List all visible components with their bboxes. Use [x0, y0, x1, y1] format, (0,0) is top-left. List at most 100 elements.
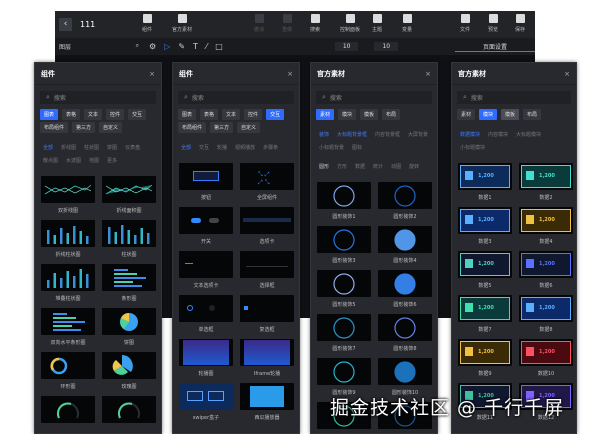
close-icon[interactable]: ×: [564, 70, 570, 78]
component-card[interactable]: 单选框: [179, 295, 233, 339]
component-card[interactable]: swiper盒子: [179, 383, 233, 427]
component-card[interactable]: 堆叠柱状图: [41, 264, 95, 308]
toolbar-button-0[interactable]: 组件: [142, 14, 152, 33]
component-card[interactable]: 圆形装饰8: [378, 314, 432, 358]
subtab-7[interactable]: 地图: [89, 157, 99, 164]
subtab-10[interactable]: 动图: [391, 163, 401, 170]
tab-1[interactable]: 表格: [200, 109, 219, 120]
height-input[interactable]: 10: [374, 42, 399, 51]
text-tool-icon[interactable]: T: [193, 42, 198, 51]
component-card[interactable]: 折线面积图: [102, 176, 156, 220]
component-card[interactable]: 双折线图: [41, 176, 95, 220]
component-card[interactable]: 圆形装饰6: [378, 270, 432, 314]
line-tool-icon[interactable]: ⁄: [206, 42, 207, 51]
subtab-0[interactable]: 装饰: [319, 131, 329, 138]
tab-2[interactable]: 文本: [84, 109, 103, 120]
tab-3[interactable]: 控件: [106, 109, 125, 120]
tab-4[interactable]: 交互: [266, 109, 285, 120]
settings-icon[interactable]: ⚙: [149, 42, 156, 51]
component-card[interactable]: 按钮: [179, 163, 233, 207]
component-card[interactable]: 圆形装饰1: [317, 182, 371, 226]
subtab-3[interactable]: 小标题模块: [460, 144, 485, 151]
subtab-1[interactable]: 交互: [199, 144, 209, 151]
subtab-3[interactable]: 视频播放: [235, 144, 255, 151]
subtab-1[interactable]: 大标题背景框: [337, 131, 367, 138]
select-tool-icon[interactable]: ▷: [164, 42, 170, 51]
tab-4[interactable]: 交互: [128, 109, 147, 120]
subtab-0[interactable]: 全部: [181, 144, 191, 151]
subtab-4[interactable]: 小标题背景: [319, 144, 344, 151]
component-card[interactable]: 1,200 数据6: [519, 251, 573, 295]
subtab-0[interactable]: 全部: [43, 144, 53, 151]
subtab-8[interactable]: 数据: [355, 163, 365, 170]
component-card[interactable]: 折线柱状图: [41, 220, 95, 264]
subtab-1[interactable]: 折线图: [61, 144, 76, 151]
component-card[interactable]: 文本选项卡: [179, 251, 233, 295]
subtab-0[interactable]: 数据模块: [460, 131, 480, 138]
tab-7[interactable]: 自定义: [99, 122, 123, 133]
search-input[interactable]: ⌕ 搜索: [316, 91, 432, 104]
search-input[interactable]: ⌕ 搜索: [178, 91, 294, 104]
component-card[interactable]: 圆形装饰3: [317, 226, 371, 270]
tab-0[interactable]: 素材: [316, 109, 335, 120]
component-card[interactable]: Iframe轮播: [240, 339, 294, 383]
tab-0[interactable]: 素材: [457, 109, 476, 120]
toolbar-button-2[interactable]: 撤消: [254, 14, 264, 33]
subtab-6[interactable]: 圆形: [319, 163, 329, 170]
subtab-4[interactable]: 步骤条: [263, 144, 278, 151]
subtab-2[interactable]: 大标题模块: [516, 131, 541, 138]
component-card[interactable]: 复选框: [240, 295, 294, 339]
subtab-2[interactable]: 柱状图: [84, 144, 99, 151]
component-card[interactable]: 饼图: [102, 308, 156, 352]
subtab-11[interactable]: 旋转: [409, 163, 419, 170]
rect-tool-icon[interactable]: □: [215, 42, 223, 51]
component-card[interactable]: 1,200 数据10: [519, 339, 573, 383]
component-card[interactable]: 西瓜播放器: [240, 383, 294, 427]
component-card[interactable]: 选项卡: [240, 207, 294, 251]
subtab-9[interactable]: 统计: [373, 163, 383, 170]
tab-3[interactable]: 布局: [382, 109, 401, 120]
subtab-4[interactable]: 仪表盘: [125, 144, 140, 151]
component-card[interactable]: 1,200 数据3: [458, 207, 512, 251]
tab-1[interactable]: 模块: [479, 109, 498, 120]
subtab-7[interactable]: 方形: [337, 163, 347, 170]
component-card[interactable]: 1,200 数据8: [519, 295, 573, 339]
subtab-3[interactable]: 大屏背景: [408, 131, 428, 138]
component-card[interactable]: 1,200 数据1: [458, 163, 512, 207]
close-icon[interactable]: ×: [149, 70, 155, 78]
tab-2[interactable]: 模板: [360, 109, 379, 120]
subtab-5[interactable]: 图标: [352, 144, 362, 151]
toolbar-button-3[interactable]: 重做: [282, 14, 292, 33]
component-card[interactable]: 选择框: [240, 251, 294, 295]
subtab-6[interactable]: 水波图: [66, 157, 81, 164]
component-card[interactable]: 柱状图: [102, 220, 156, 264]
tab-5[interactable]: 布局组件: [178, 122, 207, 133]
back-button[interactable]: ‹: [59, 18, 72, 31]
component-card[interactable]: 1,200 数据7: [458, 295, 512, 339]
component-card[interactable]: [102, 396, 156, 433]
subtab-5[interactable]: 散点图: [43, 157, 58, 164]
tab-3[interactable]: 布局: [523, 109, 542, 120]
tab-2[interactable]: 模板: [501, 109, 520, 120]
component-card[interactable]: 1,200 数据2: [519, 163, 573, 207]
toolbar-button-1[interactable]: 官方素材: [172, 14, 192, 33]
toolbar-button-6[interactable]: 主题: [372, 14, 382, 33]
component-card[interactable]: 圆形装饰5: [317, 270, 371, 314]
subtab-2[interactable]: 内容背景框: [375, 131, 400, 138]
tab-5[interactable]: 布局组件: [40, 122, 69, 133]
component-card[interactable]: [41, 396, 95, 433]
close-icon[interactable]: ×: [287, 70, 293, 78]
subtab-8[interactable]: 更多: [107, 157, 117, 164]
tab-0[interactable]: 图表: [40, 109, 59, 120]
tab-1[interactable]: 模块: [338, 109, 357, 120]
search-input[interactable]: ⌕ 搜索: [40, 91, 156, 104]
tab-page-settings[interactable]: 页面设置: [455, 42, 535, 52]
component-card[interactable]: 圆形装饰4: [378, 226, 432, 270]
component-card[interactable]: ⤡ ⤢ ⤢ ⤡ 全屏组件: [240, 163, 294, 207]
tab-1[interactable]: 表格: [62, 109, 81, 120]
width-input[interactable]: 10: [334, 42, 359, 51]
component-card[interactable]: 1,200 数据4: [519, 207, 573, 251]
toolbar-button-5[interactable]: 控制面板: [340, 14, 360, 33]
component-card[interactable]: 轮播图: [179, 339, 233, 383]
toolbar-button-4[interactable]: 搜索: [310, 14, 320, 33]
